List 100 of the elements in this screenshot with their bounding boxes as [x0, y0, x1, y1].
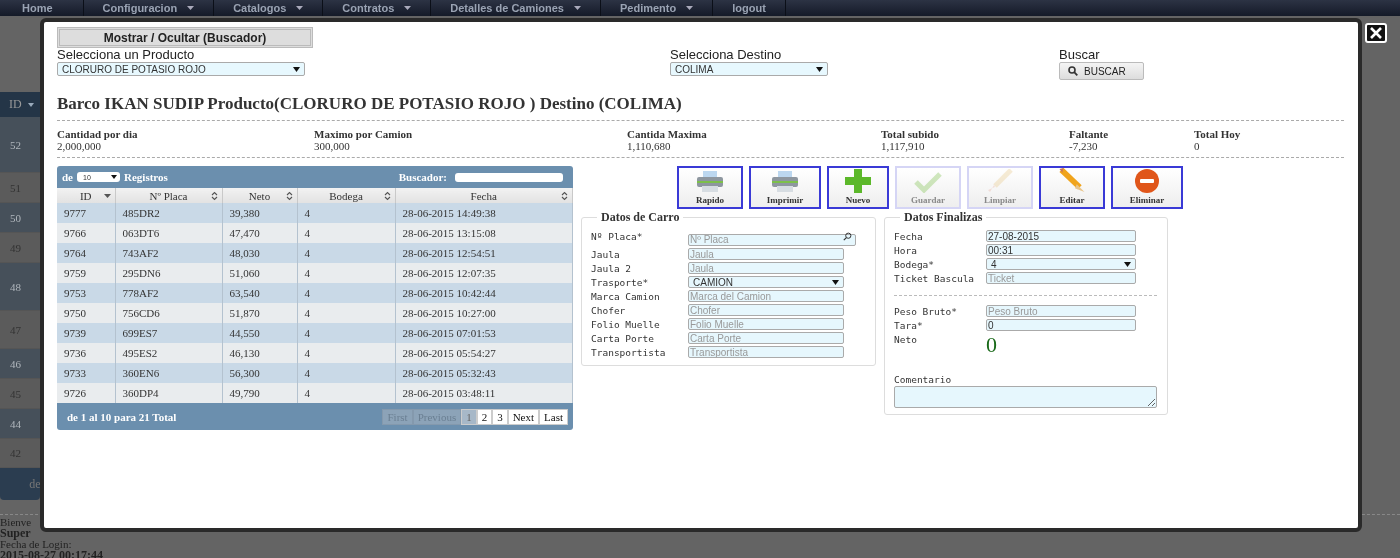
field-label: Fecha	[894, 230, 924, 242]
nav-menu-item[interactable]: logout	[713, 0, 786, 16]
column-header[interactable]: ID	[57, 188, 115, 203]
filter-label: Selecciona un Producto	[57, 48, 196, 62]
table-cell: 4	[297, 303, 395, 323]
text-field[interactable]: 27-08-2015	[986, 230, 1136, 242]
table-cell: 28-06-2015 05:54:27	[395, 343, 573, 363]
column-header[interactable]: Fecha	[395, 188, 573, 203]
table-cell: 28-06-2015 14:49:38	[395, 203, 573, 223]
text-field[interactable]: Marca del Camion	[688, 290, 844, 302]
printer-icon	[771, 171, 799, 193]
caret-icon	[27, 102, 34, 107]
table-cell: 360EN6	[115, 363, 222, 383]
table-cell: 9726	[57, 383, 115, 403]
text-field[interactable]: 00:31	[986, 244, 1136, 256]
table-cell: 495ES2	[115, 343, 222, 363]
text-field[interactable]: Transportista	[688, 346, 844, 358]
field-label: Peso Bruto*	[894, 305, 958, 317]
nav-menu-item[interactable]: Home	[0, 0, 84, 16]
welcome-text: Bienve	[0, 517, 33, 528]
brush-icon	[987, 169, 1013, 193]
close-icon	[1370, 27, 1382, 39]
toolbar-button[interactable]: Editar	[1039, 166, 1105, 209]
search-icon	[1068, 66, 1078, 76]
pagination-button[interactable]: 3	[492, 408, 508, 425]
field-label: Transportista	[591, 346, 667, 358]
pagination-button[interactable]: Next	[507, 408, 540, 425]
table-cell: 51,870	[222, 303, 297, 323]
search-field[interactable]: Nº Placa	[688, 233, 856, 246]
table-cell: 699ES7	[115, 323, 222, 343]
comment-field[interactable]	[894, 386, 1157, 408]
printer-icon	[696, 171, 724, 193]
table-cell: 28-06-2015 03:48:11	[395, 383, 573, 403]
field-label: Hora	[894, 244, 918, 256]
nav-menu-item[interactable]: Contratos	[323, 0, 432, 16]
table-cell: 63,540	[222, 283, 297, 303]
toggle-search-button[interactable]: Mostrar / Ocultar (Buscador)	[57, 27, 313, 48]
stat-label: Maximo por Camion	[314, 128, 414, 140]
table-cell: 4	[297, 343, 395, 363]
table-cell: 4	[297, 363, 395, 383]
table-cell: 4	[297, 243, 395, 263]
filter-label: Buscar	[1059, 48, 1101, 62]
table-cell: 44,550	[222, 323, 297, 343]
field-label: Comentario	[894, 373, 953, 385]
column-header[interactable]: Bodega	[297, 188, 395, 203]
caret-icon	[293, 66, 300, 72]
toolbar-button[interactable]: Rapido	[677, 166, 743, 209]
table-cell: 28-06-2015 07:01:53	[395, 323, 573, 343]
text-field[interactable]: Ticket	[986, 272, 1136, 284]
plus-icon	[845, 169, 871, 193]
toolbar-button[interactable]: Nuevo	[827, 166, 889, 209]
nav-menu-item[interactable]: Catalogos	[214, 0, 324, 16]
table-cell: 52	[0, 117, 40, 173]
column-header[interactable]: Neto	[222, 188, 297, 203]
table-cell: 49,790	[222, 383, 297, 403]
select-field[interactable]: CAMION	[688, 276, 844, 288]
stat-label: Cantida Maxima	[627, 128, 708, 140]
select-field[interactable]: COLIMA	[670, 62, 828, 76]
stat-label: Total Hoy	[1194, 128, 1242, 140]
text-field[interactable]: Jaula	[688, 262, 844, 274]
column-header[interactable]: Nº Placa	[115, 188, 222, 203]
table-cell: 485DR2	[115, 203, 222, 223]
table-search-field[interactable]	[455, 172, 563, 182]
field-label: Neto	[894, 333, 918, 345]
nav-menu-item[interactable]: Pedimento	[601, 0, 714, 16]
net-value: 0	[986, 332, 997, 358]
table-cell: 9739	[57, 323, 115, 343]
table-cell: 9764	[57, 243, 115, 263]
table-header-cell: ID	[0, 92, 40, 117]
table-cell: 9750	[57, 303, 115, 323]
table-cell: 4	[297, 283, 395, 303]
text-field[interactable]: Jaula	[688, 248, 844, 260]
text-field[interactable]: 0	[986, 319, 1136, 331]
text-field[interactable]: Peso Bruto	[986, 305, 1136, 317]
checkmark-icon	[914, 171, 942, 193]
toolbar-button[interactable]: Eliminar	[1111, 166, 1183, 209]
stat-label: Faltante	[1069, 128, 1110, 140]
select-field[interactable]: 4	[986, 258, 1136, 270]
length-label: de	[62, 171, 73, 183]
stat-label: Cantidad por dia	[57, 128, 139, 140]
field-label: Bodega*	[894, 258, 936, 270]
text-field[interactable]: Chofer	[688, 304, 844, 316]
pagination-button[interactable]: Last	[539, 408, 568, 425]
toolbar-button[interactable]: Imprimir	[749, 166, 821, 209]
field-label: Tara*	[894, 319, 924, 331]
nav-menu-item[interactable]: Detalles de Camiones	[431, 0, 601, 16]
stat-value: 2,000,000	[57, 140, 102, 152]
select-field[interactable]: CLORURO DE POTASIO ROJO	[57, 62, 305, 76]
close-button[interactable]	[1365, 23, 1387, 43]
nav-menu-item[interactable]: Configuracion	[83, 0, 215, 16]
table-cell: 48	[0, 263, 40, 311]
table-cell: 28-06-2015 10:42:44	[395, 283, 573, 303]
table-cell: 743AF2	[115, 243, 222, 263]
caret-icon	[832, 279, 839, 285]
page-title: Barco IKAN SUDIP Producto(CLORURO DE POTASIO ROJO ) Destino (COLIMA)	[57, 94, 683, 114]
text-field[interactable]: Carta Porte	[688, 332, 844, 344]
text-field[interactable]: Folio Muelle	[688, 318, 844, 330]
field-label: Folio Muelle	[591, 318, 661, 330]
table-cell: 4	[297, 323, 395, 343]
search-button[interactable]: BUSCAR	[1059, 62, 1144, 80]
